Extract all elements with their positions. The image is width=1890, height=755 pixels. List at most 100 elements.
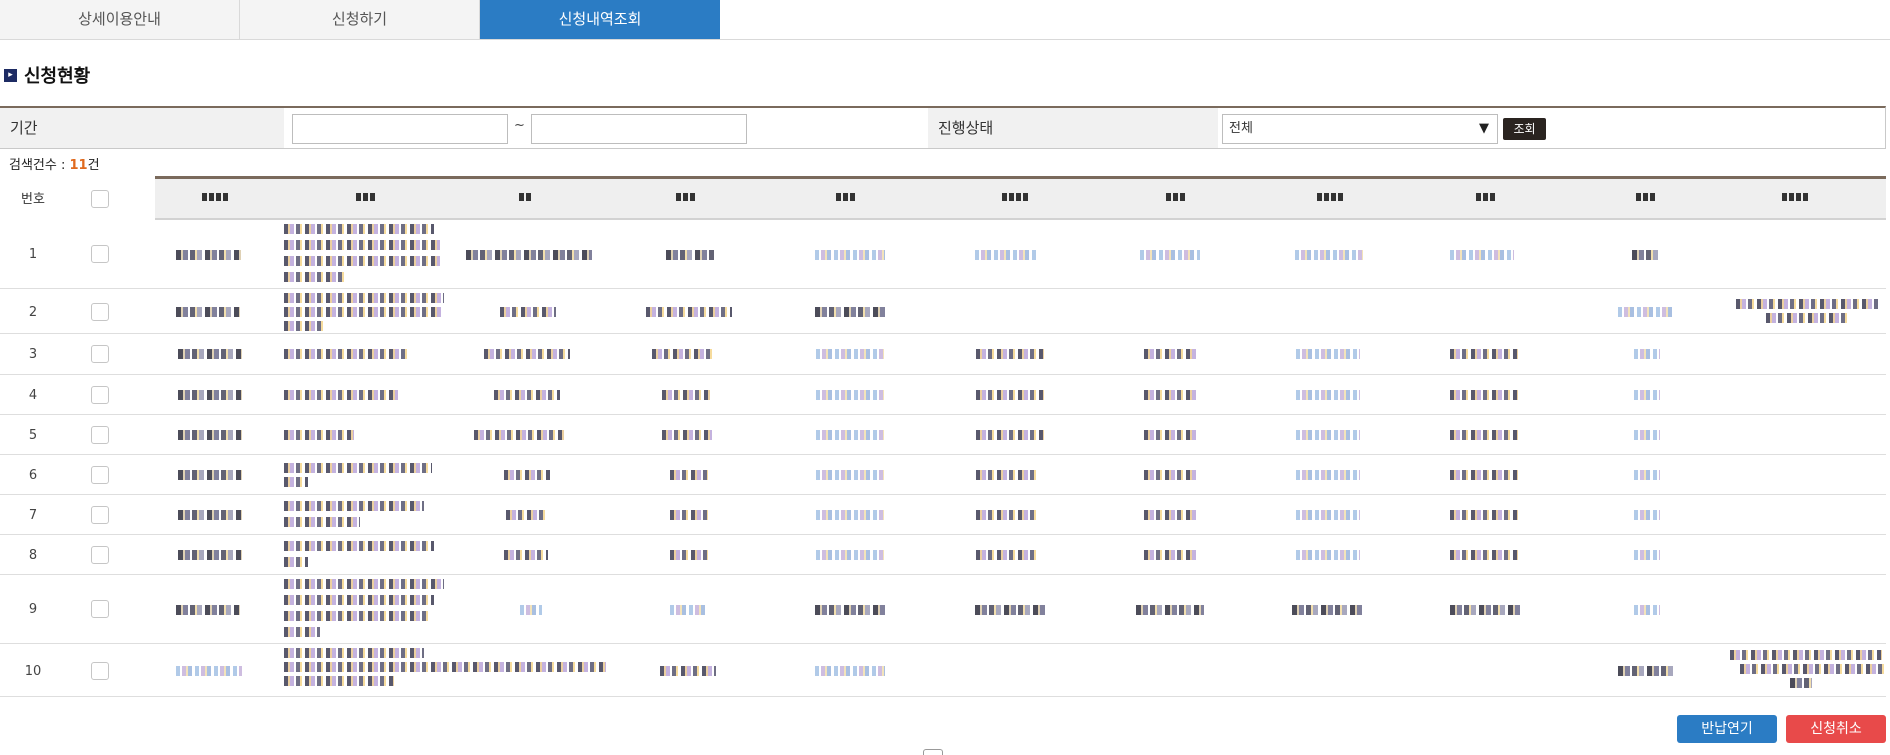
redacted-cell xyxy=(284,627,320,637)
redacted-cell xyxy=(178,349,242,359)
redacted-cell xyxy=(1634,430,1660,440)
row-number: 5 xyxy=(28,428,38,443)
redacted-cell xyxy=(975,250,1037,260)
table-row: 3 xyxy=(0,334,1886,375)
redacted-cell xyxy=(1144,470,1198,480)
redacted-cell xyxy=(1730,650,1882,660)
search-filter: 기간 ~ 진행상태 전체 ▼ 조회 xyxy=(0,106,1886,149)
row-checkbox[interactable] xyxy=(91,662,109,680)
date-to-input[interactable] xyxy=(531,114,747,144)
redacted-cell xyxy=(1618,307,1674,317)
status-selected-value: 전체 xyxy=(1229,121,1253,136)
redacted-cell xyxy=(1144,390,1198,400)
redacted-cell xyxy=(284,256,440,266)
redacted-cell xyxy=(284,595,434,605)
redacted-cell xyxy=(506,510,548,520)
redacted-cell xyxy=(670,510,708,520)
redacted-cell xyxy=(284,501,424,511)
redacted-cell xyxy=(176,666,242,676)
redacted-cell xyxy=(1450,550,1518,560)
redacted-cell xyxy=(284,293,444,303)
redacted-cell xyxy=(520,605,542,615)
redacted-cell xyxy=(815,250,885,260)
redacted-cell xyxy=(1450,349,1518,359)
redacted-cell xyxy=(662,390,710,400)
row-checkbox[interactable] xyxy=(91,600,109,618)
redacted-cell xyxy=(284,307,442,317)
redacted-cell xyxy=(1450,510,1518,520)
header-redacted xyxy=(1450,193,1520,203)
header-redacted xyxy=(970,193,1060,203)
redacted-cell xyxy=(1790,678,1812,688)
row-checkbox[interactable] xyxy=(91,546,109,564)
status-select[interactable]: 전체 ▼ xyxy=(1222,114,1498,144)
redacted-cell xyxy=(1144,510,1198,520)
table-row: 10 xyxy=(0,644,1886,697)
redacted-cell xyxy=(504,470,550,480)
redacted-cell xyxy=(1140,250,1200,260)
header-redacted xyxy=(1750,193,1840,203)
redacted-cell xyxy=(670,550,708,560)
redacted-cell xyxy=(1292,605,1362,615)
header-redacted xyxy=(810,193,880,203)
table-row: 9 xyxy=(0,575,1886,644)
redacted-cell xyxy=(1144,430,1198,440)
redacted-cell xyxy=(975,605,1045,615)
row-checkbox[interactable] xyxy=(91,426,109,444)
row-number: 3 xyxy=(28,347,38,362)
date-from-input[interactable] xyxy=(292,114,508,144)
dropdown-arrow-icon: ▼ xyxy=(1479,121,1489,136)
table-row: 4 xyxy=(0,375,1886,415)
redacted-cell xyxy=(1632,250,1658,260)
header-redacted xyxy=(1610,193,1680,203)
table-row: 2 xyxy=(0,289,1886,334)
redacted-cell xyxy=(1296,390,1360,400)
redacted-cell xyxy=(816,390,884,400)
redacted-cell xyxy=(284,611,430,621)
redacted-cell xyxy=(466,250,592,260)
row-number: 1 xyxy=(28,247,38,262)
redacted-cell xyxy=(178,430,242,440)
redacted-cell xyxy=(176,307,240,317)
row-number: 9 xyxy=(28,602,38,617)
redacted-cell xyxy=(284,648,424,658)
cancel-application-button[interactable]: 신청취소 xyxy=(1786,715,1886,743)
row-checkbox[interactable] xyxy=(91,466,109,484)
result-count-suffix: 건 xyxy=(87,158,100,173)
pagination-partial[interactable] xyxy=(923,749,943,755)
table-row: 8 xyxy=(0,535,1886,575)
tab-usage-guide[interactable]: 상세이용안내 xyxy=(0,0,240,39)
row-checkbox[interactable] xyxy=(91,506,109,524)
redacted-cell xyxy=(284,477,308,487)
row-checkbox[interactable] xyxy=(91,345,109,363)
search-button[interactable]: 조회 xyxy=(1503,118,1546,140)
row-number: 4 xyxy=(28,388,38,403)
result-count-number: 11 xyxy=(69,158,88,173)
redacted-cell xyxy=(1296,349,1360,359)
table-header: 번호 xyxy=(0,176,1886,220)
redacted-cell xyxy=(1144,550,1198,560)
redacted-cell xyxy=(815,666,885,676)
tab-bar: 상세이용안내 신청하기 신청내역조회 xyxy=(0,0,1890,40)
row-number: 8 xyxy=(28,548,38,563)
table-row: 1 xyxy=(0,220,1886,289)
tab-apply[interactable]: 신청하기 xyxy=(240,0,480,39)
select-all-checkbox[interactable] xyxy=(91,190,109,208)
row-checkbox[interactable] xyxy=(91,386,109,404)
redacted-cell xyxy=(284,390,398,400)
row-checkbox[interactable] xyxy=(91,303,109,321)
redacted-cell xyxy=(1634,390,1660,400)
redacted-cell xyxy=(815,307,885,317)
redacted-cell xyxy=(500,307,556,317)
redacted-cell xyxy=(1296,550,1360,560)
redacted-cell xyxy=(178,550,242,560)
status-label: 진행상태 xyxy=(928,108,1218,148)
extend-return-button[interactable]: 반납연기 xyxy=(1677,715,1777,743)
result-count: 검색건수 : 11건 xyxy=(9,154,100,173)
row-checkbox[interactable] xyxy=(91,245,109,263)
redacted-cell xyxy=(504,550,548,560)
redacted-cell xyxy=(1634,510,1660,520)
redacted-cell xyxy=(670,605,708,615)
tab-application-history[interactable]: 신청내역조회 xyxy=(480,0,720,39)
redacted-cell xyxy=(1740,664,1886,674)
